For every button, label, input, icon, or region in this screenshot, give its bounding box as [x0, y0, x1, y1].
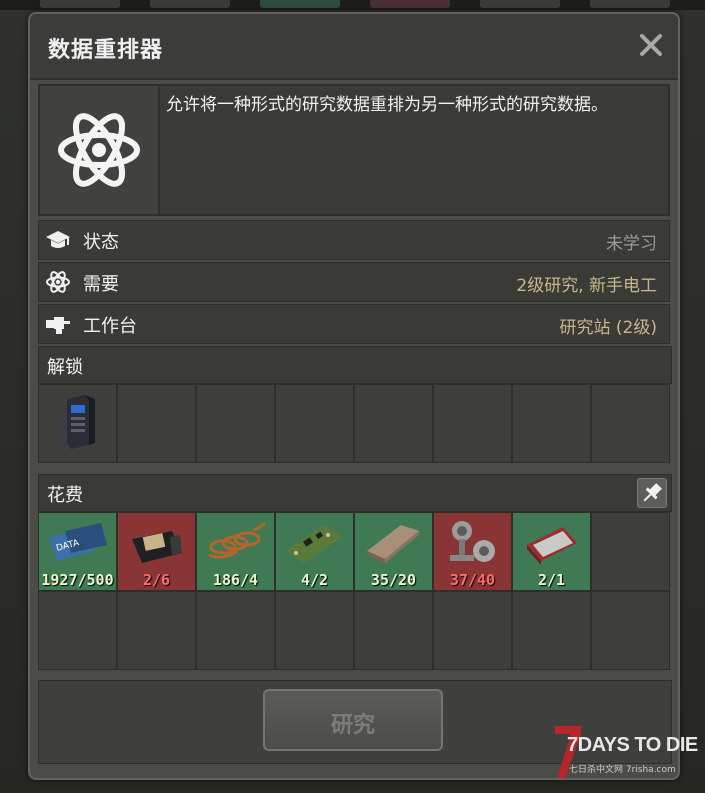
cost-slot[interactable]: [434, 592, 511, 669]
cost-slot[interactable]: 2/1: [513, 513, 590, 590]
unlock-slot[interactable]: [434, 385, 511, 462]
cost-slot[interactable]: 186/4: [197, 513, 274, 590]
research-button[interactable]: 研究: [263, 689, 443, 751]
cost-slot[interactable]: [276, 592, 353, 669]
research-data-card-icon: DATA: [49, 523, 107, 561]
unlock-slot[interactable]: [197, 385, 274, 462]
game-screen: 数据重排器 允许将一种形式的研究数据重排为另一种形式的研究数据。 状态 未学习 …: [0, 0, 705, 793]
copper-wire-icon: [208, 521, 267, 559]
unlock-slot[interactable]: [592, 385, 669, 462]
unlock-slot[interactable]: [355, 385, 432, 462]
metal-ingot-icon: [367, 525, 419, 563]
cost-slot[interactable]: [118, 592, 195, 669]
cost-count: 186/4: [212, 571, 259, 589]
info-label: 需要: [83, 274, 119, 295]
cost-grid: DATA 1927/500 2/6 186/4 4/2 35/20 37/40 …: [38, 512, 670, 670]
info-row-status: 状态 未学习: [38, 220, 670, 260]
site-watermark: 7DAYS TO DIE 七日杀中文网 7risha.com: [553, 722, 701, 782]
title-bar: 数据重排器: [30, 14, 678, 80]
circuit-board-icon: [132, 531, 182, 563]
data-rearranger-machine-icon: [59, 395, 95, 449]
cost-section-header: 花费: [38, 474, 672, 512]
cost-slot[interactable]: 4/2: [276, 513, 353, 590]
recipe-icon-box: [40, 86, 160, 214]
cost-slot[interactable]: [592, 513, 669, 590]
cost-count: 37/40: [449, 571, 496, 589]
pin-icon: [643, 483, 662, 502]
cost-slot[interactable]: [39, 592, 116, 669]
recipe-window: 数据重排器 允许将一种形式的研究数据重排为另一种形式的研究数据。 状态 未学习 …: [28, 12, 680, 780]
cost-slot[interactable]: [592, 592, 669, 669]
cost-count: 35/20: [370, 571, 417, 589]
mechanical-parts-icon: [450, 521, 495, 562]
pin-button[interactable]: [637, 478, 667, 508]
cost-slot[interactable]: 35/20: [355, 513, 432, 590]
cost-slot[interactable]: [197, 592, 274, 669]
window-title: 数据重排器: [48, 38, 164, 63]
watermark-subtitle: 七日杀中文网 7risha.com: [569, 765, 676, 775]
cost-count: 1927/500: [41, 571, 114, 589]
background-hud-strip: [0, 0, 705, 10]
recipe-description: 允许将一种形式的研究数据重排为另一种形式的研究数据。: [166, 95, 608, 115]
cost-count: 2/6: [142, 571, 171, 589]
unlock-title: 解锁: [47, 357, 83, 378]
info-table: 状态 未学习 需要 2级研究, 新手电工 工作台 研究站 (2级): [38, 220, 670, 346]
info-row-workstation: 工作台 研究站 (2级): [38, 304, 670, 344]
atom-icon: [46, 271, 70, 293]
cost-slot[interactable]: 37/40: [434, 513, 511, 590]
close-icon[interactable]: [636, 30, 666, 60]
cost-slot[interactable]: DATA 1927/500: [39, 513, 116, 590]
atom-icon: [58, 113, 140, 187]
cost-count: 2/1: [537, 571, 566, 589]
info-label: 状态: [83, 232, 119, 253]
info-value: 研究站 (2级): [559, 318, 657, 338]
info-row-requires: 需要 2级研究, 新手电工: [38, 262, 670, 302]
research-button-label: 研究: [330, 713, 375, 738]
cost-count: 4/2: [300, 571, 329, 589]
unlock-slot[interactable]: [39, 385, 116, 462]
cost-slot[interactable]: [513, 592, 590, 669]
watermark-title: 7DAYS TO DIE: [567, 734, 698, 756]
unlock-section-header: 解锁: [38, 346, 672, 384]
info-label: 工作台: [83, 316, 137, 337]
info-value: 2级研究, 新手电工: [516, 276, 657, 296]
display-screen-icon: [527, 527, 577, 565]
workbench-vise-icon: [46, 317, 70, 334]
unlock-grid: [38, 384, 670, 463]
electronic-parts-icon: [286, 525, 342, 563]
description-row: 允许将一种形式的研究数据重排为另一种形式的研究数据。: [38, 84, 670, 216]
graduation-cap-icon: [46, 231, 70, 248]
info-value: 未学习: [606, 234, 657, 254]
unlock-slot[interactable]: [118, 385, 195, 462]
unlock-slot[interactable]: [513, 385, 590, 462]
unlock-slot[interactable]: [276, 385, 353, 462]
cost-slot[interactable]: 2/6: [118, 513, 195, 590]
cost-slot[interactable]: [355, 592, 432, 669]
cost-title: 花费: [47, 485, 83, 506]
